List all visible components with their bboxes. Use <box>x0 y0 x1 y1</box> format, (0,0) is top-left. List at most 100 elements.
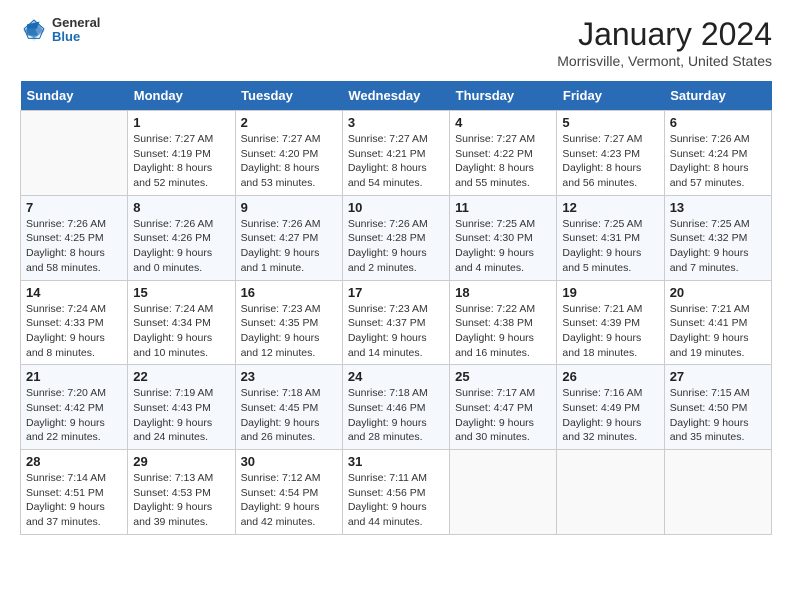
calendar-cell: 30 Sunrise: 7:12 AMSunset: 4:54 PMDayligh… <box>235 450 342 535</box>
day-number: 12 <box>562 200 658 215</box>
calendar-week-4: 21 Sunrise: 7:20 AMSunset: 4:42 PMDayligh… <box>21 365 772 450</box>
day-info: Sunrise: 7:20 AMSunset: 4:42 PMDaylight:… <box>26 386 122 445</box>
day-info: Sunrise: 7:11 AMSunset: 4:56 PMDaylight:… <box>348 471 444 530</box>
day-number: 28 <box>26 454 122 469</box>
calendar-cell: 2 Sunrise: 7:27 AMSunset: 4:20 PMDaylight… <box>235 111 342 196</box>
day-number: 17 <box>348 285 444 300</box>
calendar-cell: 7Sunrise: 7:26 AMSunset: 4:25 PMDaylight… <box>21 195 128 280</box>
calendar-cell <box>450 450 557 535</box>
calendar-week-2: 7Sunrise: 7:26 AMSunset: 4:25 PMDaylight… <box>21 195 772 280</box>
day-number: 27 <box>670 369 766 384</box>
day-info: Sunrise: 7:16 AMSunset: 4:49 PMDaylight:… <box>562 386 658 445</box>
day-number: 9 <box>241 200 337 215</box>
calendar-cell: 6Sunrise: 7:26 AMSunset: 4:24 PMDaylight… <box>664 111 771 196</box>
calendar-cell: 15Sunrise: 7:24 AMSunset: 4:34 PMDayligh… <box>128 280 235 365</box>
title-block: January 2024 Morrisville, Vermont, Unite… <box>557 16 772 69</box>
day-info: Sunrise: 7:27 AMSunset: 4:20 PMDaylight:… <box>241 132 337 191</box>
calendar-week-1: 1 Sunrise: 7:27 AMSunset: 4:19 PMDaylight… <box>21 111 772 196</box>
day-info: Sunrise: 7:12 AMSunset: 4:54 PMDaylight:… <box>241 471 337 530</box>
day-number: 13 <box>670 200 766 215</box>
day-number: 18 <box>455 285 551 300</box>
logo-general: General <box>52 16 100 30</box>
day-number: 4 <box>455 115 551 130</box>
day-number: 7 <box>26 200 122 215</box>
calendar-cell: 14 Sunrise: 7:24 AMSunset: 4:33 PMDayligh… <box>21 280 128 365</box>
day-number: 31 <box>348 454 444 469</box>
calendar-cell: 8 Sunrise: 7:26 AMSunset: 4:26 PMDaylight… <box>128 195 235 280</box>
calendar-table: SundayMondayTuesdayWednesdayThursdayFrid… <box>20 81 772 535</box>
day-info: Sunrise: 7:27 AMSunset: 4:23 PMDaylight:… <box>562 132 658 191</box>
day-info: Sunrise: 7:26 AMSunset: 4:27 PMDaylight:… <box>241 217 337 276</box>
calendar-cell: 4 Sunrise: 7:27 AMSunset: 4:22 PMDaylight… <box>450 111 557 196</box>
day-info: Sunrise: 7:13 AMSunset: 4:53 PMDaylight:… <box>133 471 229 530</box>
calendar-cell: 25Sunrise: 7:17 AMSunset: 4:47 PMDayligh… <box>450 365 557 450</box>
calendar-cell <box>21 111 128 196</box>
day-info: Sunrise: 7:23 AMSunset: 4:35 PMDaylight:… <box>241 302 337 361</box>
calendar-cell: 20 Sunrise: 7:21 AMSunset: 4:41 PMDayligh… <box>664 280 771 365</box>
day-info: Sunrise: 7:27 AMSunset: 4:19 PMDaylight:… <box>133 132 229 191</box>
calendar-week-3: 14 Sunrise: 7:24 AMSunset: 4:33 PMDayligh… <box>21 280 772 365</box>
calendar-cell: 22Sunrise: 7:19 AMSunset: 4:43 PMDayligh… <box>128 365 235 450</box>
calendar-cell: 9 Sunrise: 7:26 AMSunset: 4:27 PMDaylight… <box>235 195 342 280</box>
calendar-week-5: 28 Sunrise: 7:14 AMSunset: 4:51 PMDayligh… <box>21 450 772 535</box>
day-info: Sunrise: 7:14 AMSunset: 4:51 PMDaylight:… <box>26 471 122 530</box>
calendar-cell: 29Sunrise: 7:13 AMSunset: 4:53 PMDayligh… <box>128 450 235 535</box>
weekday-header-row: SundayMondayTuesdayWednesdayThursdayFrid… <box>21 81 772 111</box>
day-info: Sunrise: 7:21 AMSunset: 4:41 PMDaylight:… <box>670 302 766 361</box>
calendar-cell: 18 Sunrise: 7:22 AMSunset: 4:38 PMDayligh… <box>450 280 557 365</box>
calendar-cell <box>664 450 771 535</box>
calendar-cell: 13Sunrise: 7:25 AMSunset: 4:32 PMDayligh… <box>664 195 771 280</box>
logo-blue: Blue <box>52 30 100 44</box>
day-info: Sunrise: 7:23 AMSunset: 4:37 PMDaylight:… <box>348 302 444 361</box>
calendar-cell: 3 Sunrise: 7:27 AMSunset: 4:21 PMDaylight… <box>342 111 449 196</box>
calendar-cell: 17 Sunrise: 7:23 AMSunset: 4:37 PMDayligh… <box>342 280 449 365</box>
calendar-cell: 23 Sunrise: 7:18 AMSunset: 4:45 PMDayligh… <box>235 365 342 450</box>
calendar-cell: 21 Sunrise: 7:20 AMSunset: 4:42 PMDayligh… <box>21 365 128 450</box>
day-info: Sunrise: 7:26 AMSunset: 4:26 PMDaylight:… <box>133 217 229 276</box>
day-info: Sunrise: 7:27 AMSunset: 4:22 PMDaylight:… <box>455 132 551 191</box>
day-info: Sunrise: 7:24 AMSunset: 4:34 PMDaylight:… <box>133 302 229 361</box>
day-info: Sunrise: 7:17 AMSunset: 4:47 PMDaylight:… <box>455 386 551 445</box>
day-info: Sunrise: 7:18 AMSunset: 4:46 PMDaylight:… <box>348 386 444 445</box>
day-number: 23 <box>241 369 337 384</box>
day-number: 16 <box>241 285 337 300</box>
calendar-cell: 16 Sunrise: 7:23 AMSunset: 4:35 PMDayligh… <box>235 280 342 365</box>
calendar-cell: 28 Sunrise: 7:14 AMSunset: 4:51 PMDayligh… <box>21 450 128 535</box>
day-number: 6 <box>670 115 766 130</box>
day-number: 5 <box>562 115 658 130</box>
day-info: Sunrise: 7:22 AMSunset: 4:38 PMDaylight:… <box>455 302 551 361</box>
day-number: 2 <box>241 115 337 130</box>
day-info: Sunrise: 7:19 AMSunset: 4:43 PMDaylight:… <box>133 386 229 445</box>
day-number: 14 <box>26 285 122 300</box>
weekday-header-friday: Friday <box>557 81 664 111</box>
calendar-cell: 19Sunrise: 7:21 AMSunset: 4:39 PMDayligh… <box>557 280 664 365</box>
weekday-header-sunday: Sunday <box>21 81 128 111</box>
calendar-cell: 27Sunrise: 7:15 AMSunset: 4:50 PMDayligh… <box>664 365 771 450</box>
calendar-cell: 1 Sunrise: 7:27 AMSunset: 4:19 PMDaylight… <box>128 111 235 196</box>
day-info: Sunrise: 7:18 AMSunset: 4:45 PMDaylight:… <box>241 386 337 445</box>
calendar-cell <box>557 450 664 535</box>
day-number: 30 <box>241 454 337 469</box>
day-number: 8 <box>133 200 229 215</box>
calendar-cell: 24 Sunrise: 7:18 AMSunset: 4:46 PMDayligh… <box>342 365 449 450</box>
main-title: January 2024 <box>557 16 772 53</box>
day-info: Sunrise: 7:27 AMSunset: 4:21 PMDaylight:… <box>348 132 444 191</box>
weekday-header-tuesday: Tuesday <box>235 81 342 111</box>
logo-text: General Blue <box>52 16 100 45</box>
weekday-header-monday: Monday <box>128 81 235 111</box>
calendar-cell: 26 Sunrise: 7:16 AMSunset: 4:49 PMDayligh… <box>557 365 664 450</box>
day-info: Sunrise: 7:24 AMSunset: 4:33 PMDaylight:… <box>26 302 122 361</box>
day-number: 11 <box>455 200 551 215</box>
day-number: 3 <box>348 115 444 130</box>
weekday-header-wednesday: Wednesday <box>342 81 449 111</box>
day-number: 1 <box>133 115 229 130</box>
day-number: 26 <box>562 369 658 384</box>
day-info: Sunrise: 7:26 AMSunset: 4:28 PMDaylight:… <box>348 217 444 276</box>
calendar-cell: 5 Sunrise: 7:27 AMSunset: 4:23 PMDaylight… <box>557 111 664 196</box>
weekday-header-thursday: Thursday <box>450 81 557 111</box>
day-info: Sunrise: 7:25 AMSunset: 4:30 PMDaylight:… <box>455 217 551 276</box>
calendar-cell: 31 Sunrise: 7:11 AMSunset: 4:56 PMDayligh… <box>342 450 449 535</box>
day-number: 20 <box>670 285 766 300</box>
day-number: 21 <box>26 369 122 384</box>
day-number: 24 <box>348 369 444 384</box>
